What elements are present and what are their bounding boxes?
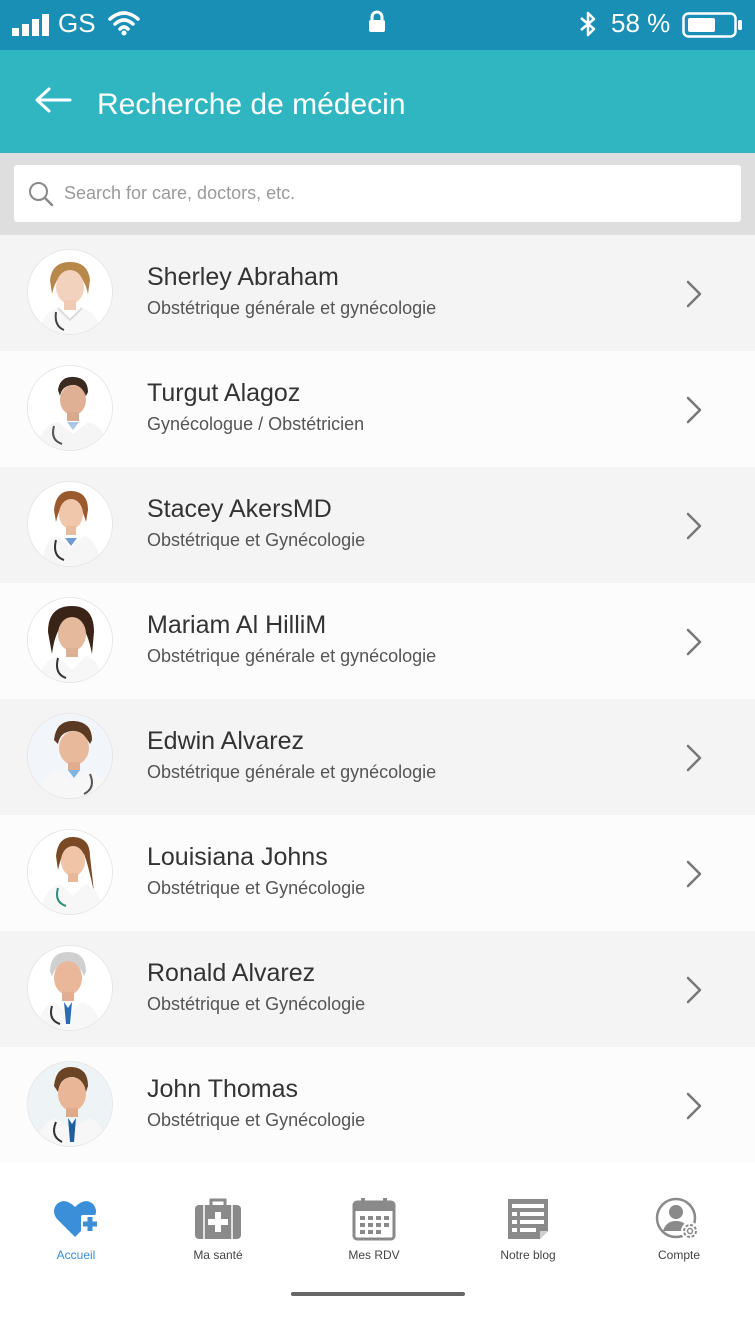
home-indicator bbox=[291, 1292, 465, 1296]
nav-notre-blog[interactable]: Notre blog bbox=[468, 1197, 588, 1262]
doctor-specialty: Obstétrique générale et gynécologie bbox=[147, 646, 437, 666]
battery-icon bbox=[682, 12, 744, 43]
page-title: Recherche de médecin bbox=[97, 88, 406, 121]
blog-icon bbox=[503, 1199, 553, 1245]
nav-ma-sante[interactable]: Ma santé bbox=[158, 1197, 278, 1262]
nav-label: Notre blog bbox=[500, 1248, 556, 1262]
doctor-name: Mariam Al HilliM bbox=[147, 611, 327, 639]
chevron-right-icon bbox=[684, 395, 704, 430]
doctor-row[interactable]: Sherley Abraham Obstétrique générale et … bbox=[0, 235, 755, 351]
app-bar: Recherche de médecin bbox=[0, 50, 755, 153]
chevron-right-icon bbox=[684, 627, 704, 662]
avatar bbox=[27, 365, 113, 451]
avatar bbox=[27, 829, 113, 915]
medical-kit-icon bbox=[193, 1198, 243, 1245]
chevron-right-icon bbox=[684, 279, 704, 314]
doctor-name: Louisiana Johns bbox=[147, 843, 328, 871]
nav-label: Mes RDV bbox=[348, 1248, 400, 1262]
doctor-row[interactable]: Edwin Alvarez Obstétrique générale et gy… bbox=[0, 699, 755, 815]
signal-icon bbox=[12, 14, 52, 41]
doctor-specialty: Obstétrique et Gynécologie bbox=[147, 1110, 366, 1130]
carrier-name: GS bbox=[58, 8, 96, 38]
avatar bbox=[27, 713, 113, 799]
nav-label: Ma santé bbox=[193, 1248, 243, 1262]
nav-compte[interactable]: Compte bbox=[619, 1197, 739, 1262]
heart-plus-icon bbox=[51, 1201, 101, 1245]
doctor-row[interactable]: John Thomas Obstétrique et Gynécologie bbox=[0, 1047, 755, 1163]
doctor-specialty: Gynécologue / Obstétricien bbox=[147, 414, 365, 434]
account-settings-icon bbox=[654, 1197, 704, 1245]
doctor-name: Stacey AkersMD bbox=[147, 495, 332, 523]
doctor-name: Edwin Alvarez bbox=[147, 727, 305, 755]
back-arrow-icon[interactable] bbox=[34, 86, 72, 119]
doctor-specialty: Obstétrique et Gynécologie bbox=[147, 878, 366, 898]
search-bar bbox=[0, 153, 755, 235]
doctor-specialty: Obstétrique et Gynécologie bbox=[147, 994, 366, 1014]
doctor-row[interactable]: Stacey AkersMD Obstétrique et Gynécologi… bbox=[0, 467, 755, 583]
search-icon bbox=[28, 181, 54, 212]
chevron-right-icon bbox=[684, 975, 704, 1010]
doctor-name: Sherley Abraham bbox=[147, 263, 339, 291]
avatar bbox=[27, 1061, 113, 1147]
avatar bbox=[27, 249, 113, 335]
nav-label: Accueil bbox=[56, 1248, 96, 1262]
wifi-icon bbox=[108, 10, 140, 41]
doctor-row[interactable]: Turgut Alagoz Gynécologue / Obstétricien bbox=[0, 351, 755, 467]
status-bar: GS 58 % bbox=[0, 0, 755, 50]
nav-label: Compte bbox=[657, 1248, 701, 1262]
battery-percent: 58 % bbox=[611, 8, 671, 38]
chevron-right-icon bbox=[684, 859, 704, 894]
doctor-row[interactable]: Ronald Alvarez Obstétrique et Gynécologi… bbox=[0, 931, 755, 1047]
avatar bbox=[27, 945, 113, 1031]
doctor-row[interactable]: Mariam Al HilliM Obstétrique générale et… bbox=[0, 583, 755, 699]
doctor-name: Turgut Alagoz bbox=[147, 379, 301, 407]
nav-accueil[interactable]: Accueil bbox=[16, 1197, 136, 1262]
bottom-nav: Accueil Ma santé Mes RDV Notre blog Comp… bbox=[0, 1177, 755, 1277]
doctor-specialty: Obstétrique générale et gynécologie bbox=[147, 298, 437, 318]
search-box[interactable] bbox=[14, 165, 741, 222]
doctor-specialty: Obstétrique générale et gynécologie bbox=[147, 762, 437, 782]
calendar-icon bbox=[349, 1198, 399, 1245]
doctor-specialty: Obstétrique et Gynécologie bbox=[147, 530, 366, 550]
chevron-right-icon bbox=[684, 511, 704, 546]
avatar bbox=[27, 597, 113, 683]
chevron-right-icon bbox=[684, 743, 704, 778]
doctor-name: Ronald Alvarez bbox=[147, 959, 316, 987]
search-input[interactable] bbox=[64, 175, 724, 211]
bluetooth-icon bbox=[578, 10, 598, 43]
doctor-row[interactable]: Louisiana Johns Obstétrique et Gynécolog… bbox=[0, 815, 755, 931]
doctor-list: Sherley Abraham Obstétrique générale et … bbox=[0, 235, 755, 1163]
chevron-right-icon bbox=[684, 1091, 704, 1126]
doctor-name: John Thomas bbox=[147, 1075, 299, 1103]
nav-mes-rdv[interactable]: Mes RDV bbox=[314, 1197, 434, 1262]
avatar bbox=[27, 481, 113, 567]
lock-icon bbox=[367, 10, 387, 39]
